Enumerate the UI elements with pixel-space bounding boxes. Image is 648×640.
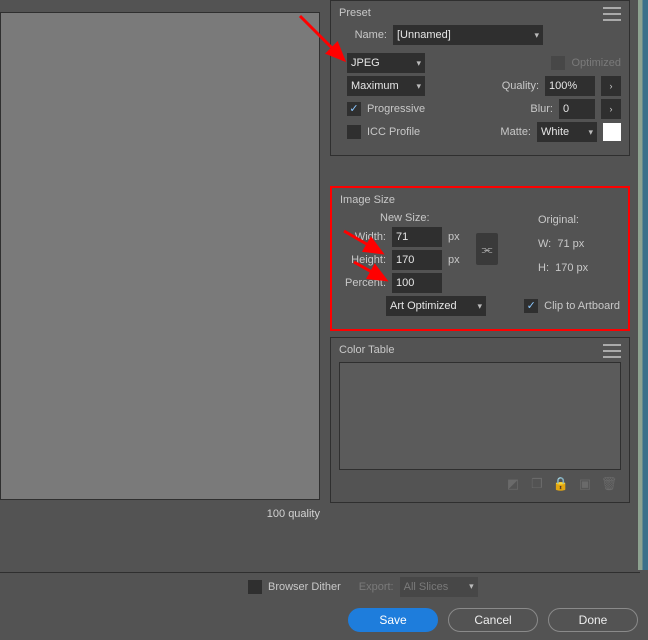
quality-readout: 100 quality xyxy=(0,508,320,520)
height-label: Height: xyxy=(344,254,386,266)
blur-label: Blur: xyxy=(530,103,553,115)
matte-value: White xyxy=(541,126,569,138)
matte-label: Matte: xyxy=(500,126,531,138)
blur-step[interactable]: › xyxy=(601,99,621,119)
right-strip xyxy=(638,0,648,570)
cube-icon: ❒ xyxy=(529,476,545,492)
button-row: Save Cancel Done xyxy=(348,608,638,632)
width-label: Width: xyxy=(344,231,386,243)
quality-preset-value: Maximum xyxy=(351,80,399,92)
cancel-button[interactable]: Cancel xyxy=(448,608,538,632)
width-unit: px xyxy=(448,231,460,243)
menu-icon[interactable] xyxy=(603,7,621,21)
color-table-toolbar: ◩ ❒ 🔒 ▣ 🗑 xyxy=(339,476,621,492)
format-dropdown[interactable]: JPEG▾ xyxy=(347,53,425,73)
save-button[interactable]: Save xyxy=(348,608,438,632)
height-input[interactable] xyxy=(392,250,442,270)
new-size-label: New Size: xyxy=(380,212,430,224)
lock-icon: 🔒 xyxy=(553,476,569,492)
optimized-checkbox xyxy=(551,56,565,70)
matte-swatch[interactable] xyxy=(603,123,621,141)
menu-icon[interactable] xyxy=(603,344,621,358)
name-dropdown[interactable]: [Unnamed]▾ xyxy=(393,25,543,45)
icc-checkbox[interactable] xyxy=(347,125,361,139)
export-value: All Slices xyxy=(404,581,449,593)
name-value: [Unnamed] xyxy=(397,29,451,41)
new-icon: ▣ xyxy=(577,476,593,492)
optimize-dropdown[interactable]: Art Optimized▾ xyxy=(386,296,486,316)
width-input[interactable] xyxy=(392,227,442,247)
preset-title: Preset xyxy=(339,7,621,19)
format-value: JPEG xyxy=(351,57,380,69)
progressive-label: Progressive xyxy=(367,103,425,115)
original-title: Original: xyxy=(538,214,616,226)
progressive-checkbox[interactable] xyxy=(347,102,361,116)
export-dropdown: All Slices▾ xyxy=(400,577,478,597)
export-label: Export: xyxy=(359,581,394,593)
preset-section: Preset Name: [Unnamed]▾ JPEG▾ Optimized … xyxy=(330,0,630,156)
browser-dither-checkbox[interactable] xyxy=(248,580,262,594)
percent-input[interactable] xyxy=(392,273,442,293)
image-size-title: Image Size xyxy=(340,194,620,206)
trash-icon: 🗑 xyxy=(601,476,617,492)
icc-label: ICC Profile xyxy=(367,126,420,138)
image-size-section: Image Size Original: W: 71 px H: 170 px … xyxy=(330,186,630,331)
color-table-section: Color Table ◩ ❒ 🔒 ▣ 🗑 xyxy=(330,337,630,503)
pick-icon: ◩ xyxy=(505,476,521,492)
quality-preset-dropdown[interactable]: Maximum▾ xyxy=(347,76,425,96)
clip-checkbox[interactable] xyxy=(524,299,538,313)
preview-area[interactable] xyxy=(0,12,320,500)
browser-dither-label: Browser Dither xyxy=(268,581,341,593)
quality-label: Quality: xyxy=(502,80,539,92)
name-label: Name: xyxy=(347,29,387,41)
bottom-bar: Browser Dither Export: All Slices▾ xyxy=(0,572,640,600)
percent-label: Percent: xyxy=(344,277,386,289)
optimized-label: Optimized xyxy=(571,57,621,69)
color-table-title: Color Table xyxy=(339,344,621,356)
blur-value[interactable]: 0 xyxy=(559,99,595,119)
clip-label: Clip to Artboard xyxy=(544,300,620,312)
height-unit: px xyxy=(448,254,460,266)
optimize-value: Art Optimized xyxy=(390,300,457,312)
link-aspect-icon[interactable]: ⫘ xyxy=(476,233,498,265)
color-table-body xyxy=(339,362,621,470)
quality-step[interactable]: › xyxy=(601,76,621,96)
matte-dropdown[interactable]: White▾ xyxy=(537,122,597,142)
done-button[interactable]: Done xyxy=(548,608,638,632)
quality-value[interactable]: 100% xyxy=(545,76,595,96)
